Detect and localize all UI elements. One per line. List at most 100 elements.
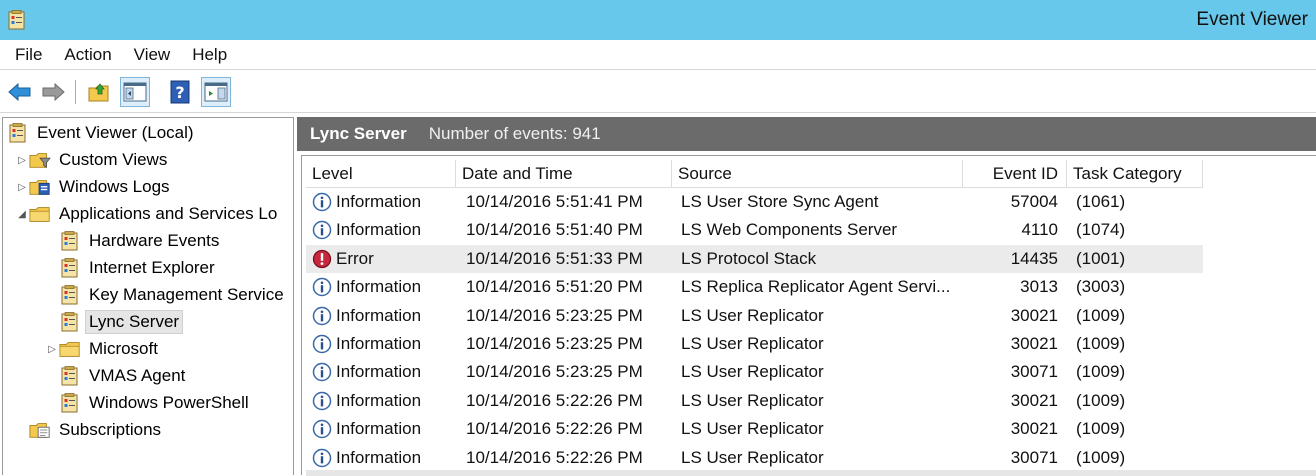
information-icon: [312, 334, 332, 354]
column-header-level[interactable]: Level: [306, 160, 456, 188]
tree-item-label: Windows PowerShell: [89, 393, 249, 412]
information-icon: [312, 419, 332, 439]
log-icon: [59, 231, 81, 251]
event-row[interactable]: Information 10/14/2016 5:51:41 PM LS User …: [306, 188, 1203, 217]
tree-item[interactable]: Internet Explorer: [45, 255, 219, 281]
tree-item[interactable]: Subscriptions: [15, 417, 165, 443]
event-date-time: 10/14/2016 5:51:20 PM: [466, 277, 643, 297]
information-icon: [312, 448, 332, 468]
information-icon: [312, 391, 332, 411]
event-date-time: 10/14/2016 5:51:41 PM: [466, 192, 643, 211]
tree-item[interactable]: Key Management Service: [45, 282, 288, 308]
show-hide-console-tree-button[interactable]: [120, 77, 150, 107]
column-header-source[interactable]: Source: [672, 160, 963, 188]
tree-item[interactable]: Hardware Events: [45, 228, 223, 254]
event-id: 30021: [1010, 419, 1058, 439]
folder-icon: [29, 204, 51, 224]
tree-item[interactable]: ▷ Microsoft: [45, 336, 162, 362]
event-row[interactable]: Information 10/14/2016 5:22:26 PM LS User …: [306, 387, 1203, 416]
expand-arrow-icon[interactable]: ▷: [45, 344, 59, 355]
log-icon: [59, 258, 81, 278]
event-id: 14435: [1010, 248, 1058, 268]
event-date-time: 10/14/2016 5:22:26 PM: [466, 390, 643, 410]
forward-button[interactable]: [38, 77, 68, 107]
expanded-arrow-icon[interactable]: ◢: [15, 209, 29, 220]
event-level-cell: Information: [306, 216, 456, 244]
tree-item[interactable]: Event Viewer (Local): [7, 120, 198, 146]
tree-item[interactable]: Lync Server: [45, 309, 184, 335]
help-icon: ?: [170, 80, 190, 104]
event-level-cell: Information: [306, 330, 456, 358]
menu-file[interactable]: File: [7, 45, 50, 65]
tree-item[interactable]: ◢ Applications and Services Lo: [15, 201, 281, 227]
event-row[interactable]: Information 10/14/2016 5:23:25 PM LS User …: [306, 358, 1203, 387]
information-icon: [312, 192, 332, 212]
tree-item[interactable]: Windows PowerShell: [45, 390, 253, 416]
event-level: Information: [336, 334, 422, 353]
back-arrow-icon: [8, 82, 31, 102]
event-source: LS Web Components Server: [681, 220, 898, 240]
event-row[interactable]: Information 10/14/2016 5:51:20 PM LS Repli…: [306, 273, 1203, 302]
event-level: Information: [336, 305, 422, 325]
column-header-date-time[interactable]: Date and Time: [456, 160, 672, 188]
tree-item[interactable]: ▷ Windows Logs: [15, 174, 174, 200]
event-id: 3013: [1020, 277, 1058, 297]
back-button[interactable]: [5, 77, 35, 107]
expand-arrow-icon[interactable]: ▷: [15, 155, 29, 166]
expand-arrow-icon[interactable]: ▷: [15, 182, 29, 193]
event-task-category: (1009): [1076, 362, 1126, 382]
forward-arrow-icon: [42, 82, 65, 102]
log-icon: [59, 285, 81, 305]
event-level-cell: Error: [306, 245, 456, 273]
event-level-cell: Information: [306, 273, 456, 301]
log-icon: [59, 312, 81, 332]
events-list[interactable]: Level Date and Time Source Event ID Task…: [306, 160, 1316, 476]
tree-item-label: Windows Logs: [59, 177, 170, 196]
column-header-task-category[interactable]: Task Category: [1067, 160, 1203, 188]
information-icon: [312, 306, 332, 326]
toolbar-separator: [75, 80, 76, 104]
event-level-cell: Information: [306, 387, 456, 415]
event-row[interactable]: Information 10/14/2016 5:51:40 PM LS Web C…: [306, 216, 1203, 245]
show-hide-action-pane-button[interactable]: [201, 77, 231, 107]
event-level: Information: [336, 362, 422, 382]
up-one-level-button[interactable]: [84, 77, 114, 107]
event-date-time: 10/14/2016 5:51:40 PM: [466, 220, 643, 240]
svg-text:?: ?: [175, 83, 184, 102]
event-viewer-app-icon[interactable]: [8, 10, 26, 30]
event-row[interactable]: Error 10/14/2016 5:51:33 PM LS Protocol St…: [306, 244, 1203, 274]
horizontal-scrollbar[interactable]: [306, 470, 1316, 476]
event-row[interactable]: Information 10/14/2016 5:23:25 PM LS User …: [306, 302, 1203, 331]
tree-item[interactable]: ▷ Custom Views: [15, 147, 171, 173]
event-row[interactable]: Information 10/14/2016 5:23:25 PM LS User …: [306, 330, 1203, 359]
event-task-category: (1009): [1076, 419, 1126, 439]
information-icon: [312, 220, 332, 240]
help-button[interactable]: ?: [165, 77, 195, 107]
log-icon: [59, 393, 81, 413]
pane-header: Lync Server Number of events: 941: [297, 117, 1316, 151]
menu-view[interactable]: View: [126, 45, 179, 65]
event-level: Error: [336, 248, 374, 268]
column-header-event-id[interactable]: Event ID: [963, 160, 1067, 188]
event-source: LS Replica Replicator Agent Servi...: [681, 277, 951, 297]
event-level: Information: [336, 220, 422, 240]
window-title: Event Viewer: [1196, 9, 1308, 30]
menu-action[interactable]: Action: [56, 45, 119, 65]
menu-help[interactable]: Help: [184, 45, 235, 65]
event-id: 30021: [1010, 334, 1058, 353]
event-task-category: (1009): [1076, 390, 1126, 410]
event-id: 30071: [1010, 362, 1058, 382]
toolbar: ?: [0, 71, 1316, 113]
tree-item-label: VMAS Agent: [89, 366, 186, 385]
event-source: LS User Replicator: [681, 362, 824, 382]
tree-item-label: Subscriptions: [59, 420, 162, 439]
console-tree[interactable]: Event Viewer (Local) ▷ Custom Views ▷ Window…: [2, 117, 294, 475]
event-row[interactable]: Information 10/14/2016 5:22:26 PM LS User …: [306, 444, 1203, 473]
event-viewer-icon: [7, 123, 29, 143]
event-level: Information: [336, 419, 422, 439]
event-row[interactable]: Information 10/14/2016 5:22:26 PM LS User …: [306, 415, 1203, 444]
tree-item-label: Internet Explorer: [89, 258, 215, 277]
event-count: Number of events: 941: [428, 124, 601, 143]
tree-item[interactable]: VMAS Agent: [45, 363, 189, 389]
event-level: Information: [336, 277, 422, 297]
